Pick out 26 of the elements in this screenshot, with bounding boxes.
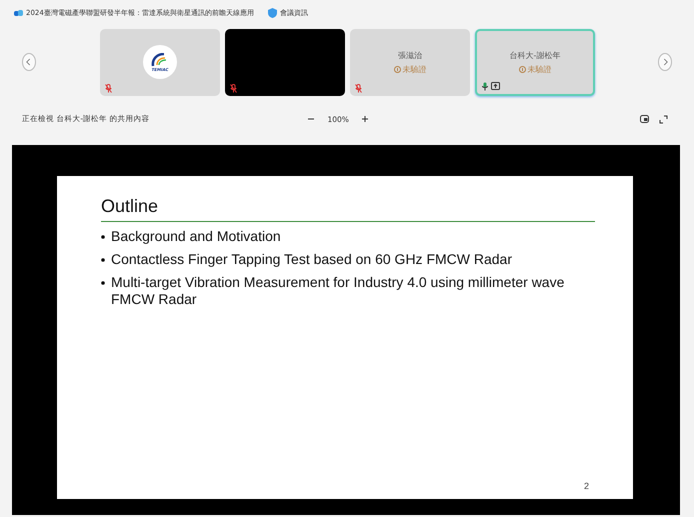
bullet-icon: [101, 235, 105, 239]
participant-tile[interactable]: 台科大-謝松年 未驗證: [475, 28, 595, 96]
shield-icon[interactable]: [268, 8, 277, 18]
picture-in-picture-icon[interactable]: [640, 114, 649, 122]
screen-share-icon: [491, 82, 500, 90]
rainbow-arcs-icon: [151, 52, 169, 66]
bullet-text: Background and Motivation: [111, 228, 281, 245]
verification-status: 未驗證: [528, 64, 552, 74]
info-circle-icon: [394, 66, 400, 72]
bullet-text: Contactless Finger Tapping Test based on 60 GHz FMCW Radar: [111, 251, 512, 268]
slide-title: Outline: [101, 196, 595, 222]
bullet-icon: [101, 281, 105, 285]
previous-arrow-button[interactable]: [22, 53, 36, 71]
app-logo-icon: [14, 10, 23, 16]
participant-name: 台科大-謝松年: [510, 50, 560, 60]
fullscreen-icon[interactable]: [659, 114, 668, 124]
bullet-icon: [101, 258, 105, 262]
participant-tile[interactable]: 張滋治 未驗證: [350, 28, 470, 96]
info-circle-icon: [518, 66, 526, 72]
page-number: 2: [584, 481, 589, 491]
participant-tile[interactable]: [225, 28, 345, 96]
next-arrow-button[interactable]: [658, 53, 672, 71]
participant-name: 張滋治: [398, 50, 422, 60]
verification-status: 未驗證: [402, 64, 426, 74]
zoom-in-button[interactable]: [360, 115, 369, 123]
bullet-text: Multi-target Vibration Measurement for Industry 4.0 using millimeter wave FMCW Radar: [111, 274, 566, 308]
